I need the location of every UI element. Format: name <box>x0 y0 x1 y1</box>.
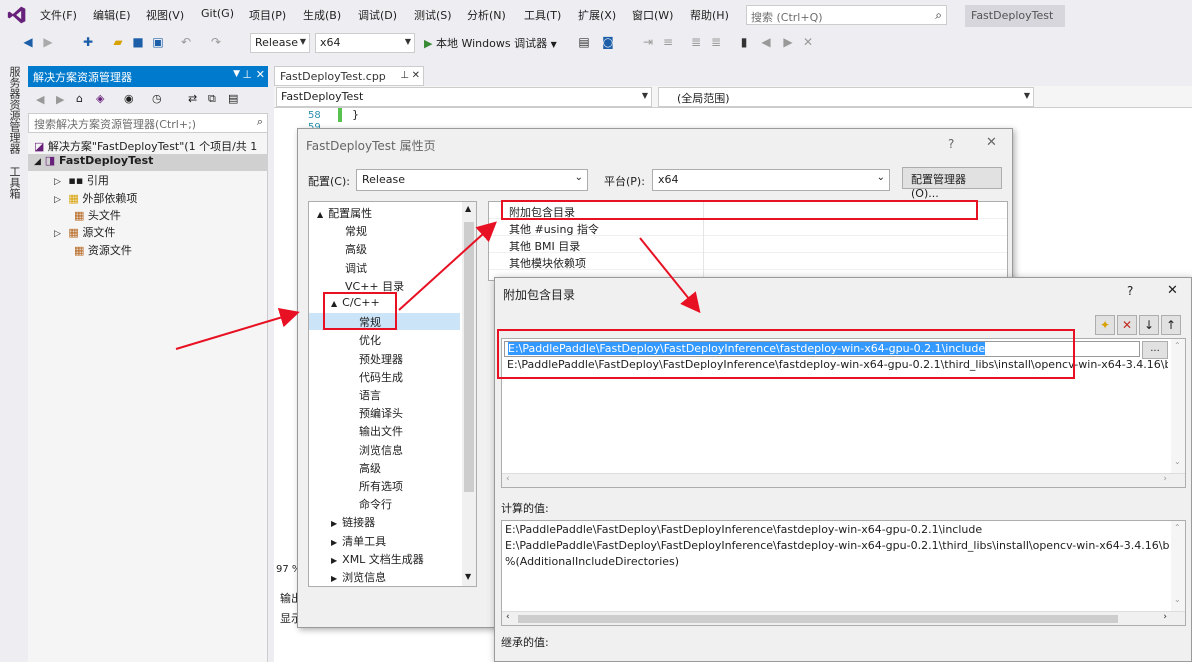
annotation-arrow <box>639 237 701 314</box>
annotation-arrow <box>175 308 300 350</box>
annotation-arrow <box>398 221 497 311</box>
annotation-arrows <box>175 221 701 350</box>
